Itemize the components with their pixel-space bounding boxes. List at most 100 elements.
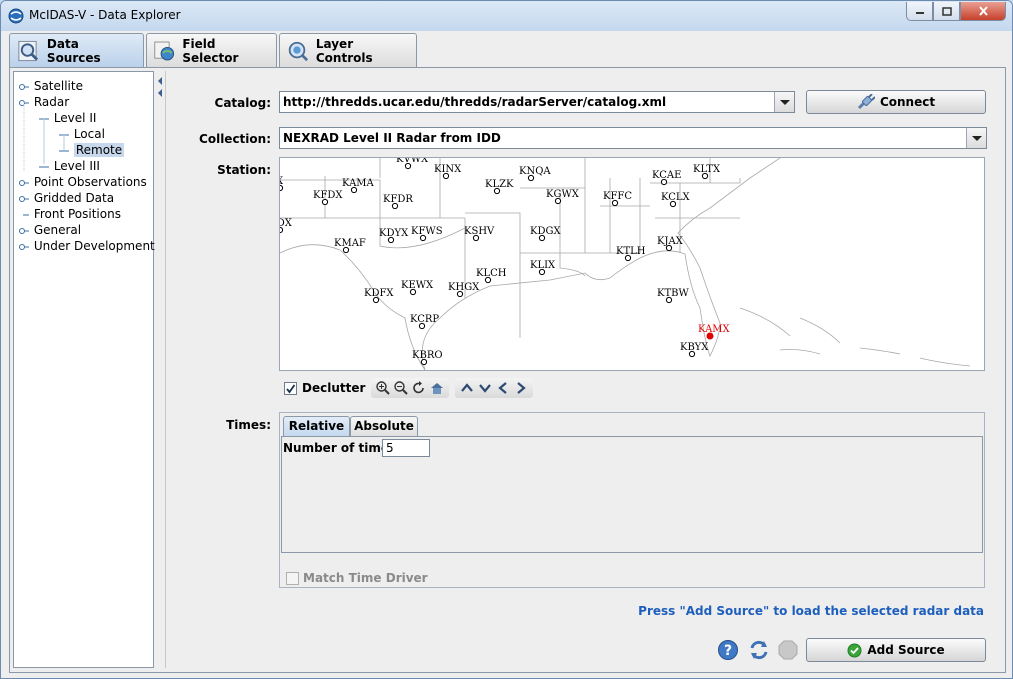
tree-guide-lines xyxy=(23,102,65,172)
tree-item-point-observations[interactable]: Point Observations xyxy=(19,174,147,190)
tree-item-under-development[interactable]: Under Development xyxy=(19,238,155,254)
svg-text:?: ? xyxy=(724,643,732,659)
window-title: McIDAS-V - Data Explorer xyxy=(29,8,181,22)
match-time-driver-checkbox[interactable] xyxy=(286,571,299,585)
station-label: KFDR xyxy=(383,194,413,205)
magnifier-database-icon xyxy=(18,40,39,62)
catalog-value: http://thredds.ucar.edu/thredds/radarSer… xyxy=(283,95,667,109)
minimize-button[interactable] xyxy=(906,2,933,21)
station-label: KTLH xyxy=(616,246,646,257)
tab-relative[interactable]: Relative xyxy=(283,416,350,436)
connect-button[interactable]: Connect xyxy=(806,90,986,114)
tree-item-front-positions[interactable]: Front Positions xyxy=(19,206,121,222)
pan-tools xyxy=(455,378,534,398)
title-bar[interactable]: McIDAS-V - Data Explorer xyxy=(1,1,1012,31)
radar-chooser: Catalog: http://thredds.ucar.edu/thredds… xyxy=(165,71,1002,668)
tab-data-sources[interactable]: Data Sources xyxy=(9,33,144,68)
station-khgx[interactable]: KHGX xyxy=(448,282,480,298)
station-kclx[interactable]: KCLX xyxy=(661,192,690,208)
collection-combo[interactable]: NEXRAD Level II Radar from IDD xyxy=(279,127,987,149)
station-label: KFWS xyxy=(411,226,443,237)
tab-field-selector[interactable]: Field Selector xyxy=(146,33,277,67)
station-label: KLZK xyxy=(485,179,514,190)
plug-icon xyxy=(857,94,875,110)
station-label: KLIX xyxy=(530,260,556,271)
station-knqa[interactable]: KNQA xyxy=(519,166,551,182)
tab-label: Field Selector xyxy=(182,36,239,65)
station-kcae[interactable]: KCAE xyxy=(652,170,681,186)
add-source-button[interactable]: Add Source xyxy=(806,638,986,662)
match-time-driver-row: Match Time Driver xyxy=(286,571,428,585)
station-label: KAMX xyxy=(698,324,731,335)
station-kfdr[interactable]: KFDR xyxy=(383,194,413,210)
number-of-times-input[interactable]: 5 xyxy=(382,439,430,457)
station-label: KTBW xyxy=(657,288,689,299)
help-icon[interactable]: ? xyxy=(717,639,739,661)
catalog-dropdown-button[interactable] xyxy=(774,92,794,112)
times-label: Times: xyxy=(226,418,271,432)
zoom-in-icon[interactable] xyxy=(375,380,391,396)
station-kshv[interactable]: KSHV xyxy=(464,226,495,242)
station-label: KDYX xyxy=(379,228,409,239)
chevron-left-icon[interactable] xyxy=(495,380,511,396)
station-kbro[interactable]: KBRO xyxy=(412,350,443,366)
tab-label: Data Sources xyxy=(46,37,101,65)
tree-item-general[interactable]: General xyxy=(19,222,81,238)
chevron-right-icon[interactable] xyxy=(513,380,529,396)
close-icon xyxy=(978,6,988,16)
station-label: KLTX xyxy=(693,164,721,175)
station-label: KBYX xyxy=(680,342,709,353)
station-gx[interactable]: GX xyxy=(280,176,284,192)
station-kdgx[interactable]: KDGX xyxy=(530,226,561,242)
station-kltx[interactable]: KLTX xyxy=(693,164,721,180)
globe-list-icon xyxy=(154,41,175,60)
collection-dropdown-button[interactable] xyxy=(966,128,986,148)
station-kvwx[interactable]: KVWX xyxy=(396,158,429,170)
station-kdyx[interactable]: KDYX xyxy=(379,228,409,244)
station-map[interactable]: KVWX KINX KNQA KLTX GX KFDXKAMA KLZK KCAE KGWX KF… xyxy=(279,157,985,371)
station-kdfx[interactable]: KDFX xyxy=(364,288,394,304)
chevron-up-icon[interactable] xyxy=(459,380,475,396)
number-of-times-value: 5 xyxy=(386,441,394,455)
station-hdx[interactable]: HDX xyxy=(280,218,293,234)
station-kgwx[interactable]: KGWX xyxy=(546,189,580,205)
declutter-checkbox[interactable] xyxy=(284,381,297,395)
app-icon xyxy=(8,8,24,24)
reset-view-icon[interactable] xyxy=(411,380,427,396)
station-kfdx[interactable]: KFDX xyxy=(313,190,343,206)
station-kama[interactable]: KAMA xyxy=(342,178,375,194)
station-label: GX xyxy=(280,176,284,187)
stop-icon[interactable] xyxy=(778,640,798,660)
station-kamx[interactable]: KAMX xyxy=(698,324,731,340)
main-tabs: Data Sources Field Selector Layer Contro… xyxy=(9,33,419,68)
station-klix[interactable]: KLIX xyxy=(530,260,556,276)
chevron-down-icon[interactable] xyxy=(477,380,493,396)
station-klch[interactable]: KLCH xyxy=(476,268,507,284)
station-label: HDX xyxy=(280,218,293,229)
checkmark-icon xyxy=(286,383,296,393)
station-kinx[interactable]: KINX xyxy=(434,164,462,180)
station-kfws[interactable]: KFWS xyxy=(411,226,443,242)
station-ktbw[interactable]: KTBW xyxy=(657,288,689,304)
station-ktlh[interactable]: KTLH xyxy=(616,246,646,262)
station-label: KCRP xyxy=(410,314,439,325)
zoom-out-icon[interactable] xyxy=(393,380,409,396)
tab-absolute[interactable]: Absolute xyxy=(350,416,418,436)
tree-item-gridded-data[interactable]: Gridded Data xyxy=(19,190,114,206)
declutter-label: Declutter xyxy=(302,381,366,395)
station-kffc[interactable]: KFFC xyxy=(603,191,632,207)
catalog-combo[interactable]: http://thredds.ucar.edu/thredds/radarSer… xyxy=(279,91,795,113)
panel-splitter[interactable] xyxy=(156,71,164,668)
station-kcrp[interactable]: KCRP xyxy=(410,314,439,330)
maximize-button[interactable] xyxy=(933,2,960,21)
home-icon[interactable] xyxy=(429,380,445,396)
tab-layer-controls[interactable]: Layer Controls xyxy=(279,33,417,67)
station-klzk[interactable]: KLZK xyxy=(485,179,514,195)
maximize-icon xyxy=(941,6,952,16)
station-markers: KVWX KINX KNQA KLTX GX KFDXKAMA KLZK KCAE KGWX KF… xyxy=(280,158,731,366)
refresh-icon[interactable] xyxy=(748,639,770,661)
station-kewx[interactable]: KEWX xyxy=(401,280,434,296)
station-kmaf[interactable]: KMAF xyxy=(334,238,366,254)
station-kbyx[interactable]: KBYX xyxy=(680,342,709,358)
close-button[interactable] xyxy=(960,2,1006,21)
